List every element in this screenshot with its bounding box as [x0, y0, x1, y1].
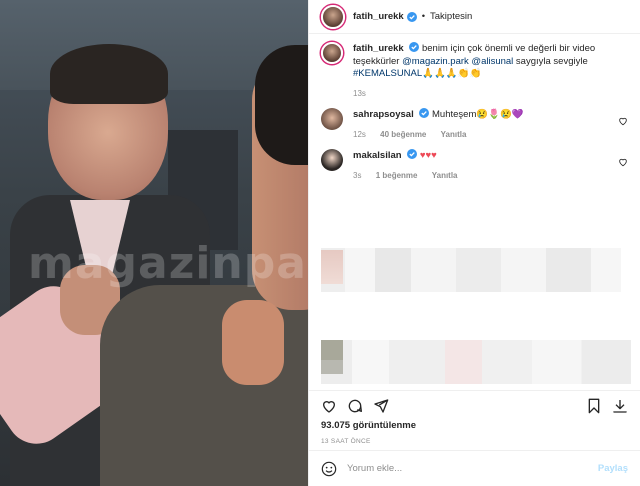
verified-icon [407, 149, 418, 159]
post-comment-button[interactable]: Paylaş [598, 463, 628, 474]
avatar[interactable] [321, 149, 343, 171]
person-right-fist [222, 300, 284, 385]
heart-icon[interactable] [618, 157, 628, 167]
avatar[interactable] [321, 108, 343, 130]
comment-input[interactable]: Yorum ekle... [347, 463, 598, 474]
heart-icon[interactable] [321, 398, 337, 414]
caption-text-2: saygıyla sevgiyle [515, 55, 588, 67]
blurred-avatar [321, 360, 343, 374]
mention-link[interactable]: @magazin.park [402, 56, 469, 67]
hashtag-link[interactable]: #KEMALSUNAL [353, 68, 422, 79]
comment-likes[interactable]: 40 beğenme [380, 130, 426, 139]
post-sidebar: fatih_urekk • Takiptesin fatih_urekk ben… [308, 0, 640, 486]
view-count[interactable]: 93.075 görüntülenme [309, 420, 640, 434]
blurred-comment [321, 340, 631, 384]
blurred-avatar [321, 250, 343, 284]
post-time[interactable]: 13 SAAT ÖNCE [309, 434, 640, 450]
comment-icon[interactable] [347, 398, 363, 414]
comment-body: sahrapsoysal Muhteşem😢🌷😢💜 12s 40 beğenme… [353, 108, 603, 141]
blurred-avatar [321, 340, 343, 360]
comment-meta: 12s 40 beğenme Yanıtla [353, 129, 603, 142]
comment-time[interactable]: 12s [353, 130, 366, 139]
post-header: fatih_urekk • Takiptesin [309, 0, 640, 34]
avatar[interactable] [321, 4, 345, 29]
comment-item: sahrapsoysal Muhteşem😢🌷😢💜 12s 40 beğenme… [321, 108, 628, 141]
bookmark-icon[interactable] [586, 398, 602, 414]
header-username[interactable]: fatih_urekk [353, 11, 404, 22]
emoji-icon[interactable] [321, 461, 337, 477]
caption: fatih_urekk benim için çok önemli ve değ… [321, 42, 628, 100]
follow-status-button[interactable]: Takiptesin [430, 11, 472, 22]
caption-emojis: 🙏🙏🙏👏👏 [422, 68, 482, 79]
comments-list: fatih_urekk benim için çok önemli ve değ… [309, 34, 640, 390]
comment-item: makalsilan ♥♥♥ 3s 1 beğenme Yanıtla [321, 149, 628, 182]
share-icon[interactable] [373, 398, 389, 414]
comment-time[interactable]: 3s [353, 171, 361, 180]
reply-button[interactable]: Yanıtla [441, 130, 467, 139]
avatar[interactable] [321, 42, 343, 64]
comment-likes[interactable]: 1 beğenme [376, 171, 418, 180]
video-watermark: magazinpark [28, 238, 308, 289]
person-right-hair [255, 45, 308, 165]
verified-icon [419, 108, 430, 118]
caption-meta: 13s [353, 88, 613, 101]
action-bar [309, 390, 640, 420]
reply-button[interactable]: Yanıtla [432, 171, 458, 180]
comment-username[interactable]: sahrapsoysal [353, 109, 414, 120]
instagram-post: magazinpark fatih_urekk • Takiptesin fat… [0, 0, 640, 486]
post-video[interactable]: magazinpark [0, 0, 308, 486]
comment-body: makalsilan ♥♥♥ 3s 1 beğenme Yanıtla [353, 149, 603, 182]
person-left-hair [50, 44, 168, 104]
separator-dot: • [421, 11, 426, 22]
heart-icon[interactable] [618, 116, 628, 126]
comment-emojis: ♥♥♥ [419, 150, 437, 161]
caption-time[interactable]: 13s [353, 89, 366, 98]
comment-text: Muhteşem [432, 109, 477, 120]
add-comment-bar: Yorum ekle... Paylaş [309, 450, 640, 486]
verified-icon [409, 42, 420, 52]
comment-username[interactable]: makalsilan [353, 150, 402, 161]
download-icon[interactable] [612, 398, 628, 414]
mention-link[interactable]: @alisunal [471, 56, 513, 67]
caption-body: fatih_urekk benim için çok önemli ve değ… [353, 42, 613, 100]
caption-username[interactable]: fatih_urekk [353, 43, 404, 54]
verified-icon [406, 11, 417, 22]
blurred-comment [321, 248, 621, 292]
comment-meta: 3s 1 beğenme Yanıtla [353, 170, 603, 183]
comment-emojis: 😢🌷😢💜 [476, 109, 524, 120]
